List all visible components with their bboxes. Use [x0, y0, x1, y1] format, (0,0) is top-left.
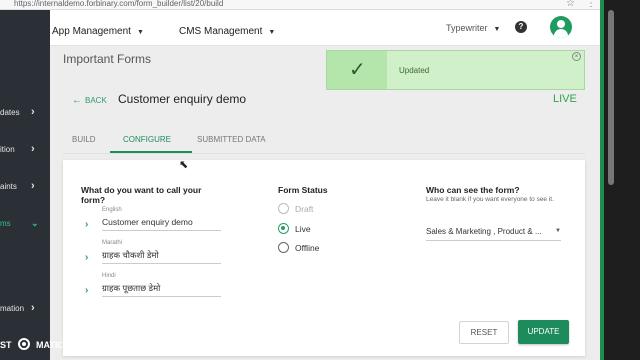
visibility-value: Sales & Marketing , Product & ...	[426, 227, 542, 236]
chevron-right-icon: ›	[85, 219, 89, 230]
visibility-hint: Leave it blank if you want everyone to s…	[426, 196, 554, 203]
sidebar-item-label: ition	[0, 145, 15, 154]
chevron-down-icon: ⌄	[31, 218, 39, 228]
sidebar-item-label: ms	[0, 219, 11, 228]
caret-down-icon: ▼	[493, 26, 501, 33]
browser-menu-icon[interactable]: ⋮	[586, 0, 596, 9]
reset-button[interactable]: RESET	[459, 321, 509, 344]
active-tab-indicator	[110, 151, 192, 153]
toast-icon-box: ✓	[327, 51, 387, 89]
chevron-right-icon: ›	[31, 106, 35, 118]
toast-message: Updated	[399, 66, 430, 75]
sidebar-item-label: aints	[0, 182, 17, 191]
desktop-edge	[600, 0, 640, 360]
sidebar-item-label: mation	[0, 304, 25, 313]
caret-down-icon: ▼	[268, 29, 276, 36]
mouse-cursor-icon: ⬉	[179, 159, 189, 171]
sidebar-item-updates[interactable]: dates ›	[0, 106, 50, 122]
avatar-head	[557, 20, 565, 28]
tab-build[interactable]: BUILD	[72, 135, 96, 144]
nav-label: App Management	[52, 26, 131, 37]
brand-mark-icon	[18, 338, 30, 350]
language-label: English	[102, 207, 122, 213]
sidebar-item-complaints[interactable]: aints ›	[0, 180, 50, 196]
caret-down-icon: ▼	[555, 228, 561, 234]
form-name-question: What do you want to call your form?	[81, 185, 202, 205]
back-label: BACK	[85, 96, 107, 105]
language-value: Typewriter	[446, 23, 488, 33]
language-select[interactable]: Typewriter ▼	[446, 23, 500, 33]
name-field-hindi[interactable]: › Hindi ग्राहक पूछताछ डेमो	[85, 273, 221, 299]
brand-text-left: ST	[0, 340, 12, 350]
sidebar-item-automation[interactable]: ition ›	[0, 143, 50, 159]
caret-down-icon: ▼	[136, 29, 144, 36]
radio-draft[interactable]: Draft	[278, 203, 378, 217]
sidebar-item-label: dates	[0, 108, 20, 117]
close-icon[interactable]: ×	[572, 52, 581, 61]
name-field-english[interactable]: › English Customer enquiry demo	[85, 207, 221, 233]
sidebar: dates › ition › aints › ms ⌄ mation › ST…	[0, 10, 64, 360]
radio-label: Offline	[295, 243, 320, 253]
sidebar-item-information[interactable]: mation ›	[0, 302, 50, 318]
name-field-marathi[interactable]: › Marathi ग्राहक चौकशी डेमो	[85, 240, 221, 266]
radio-offline[interactable]: Offline	[278, 242, 378, 256]
tab-configure[interactable]: CONFIGURE	[123, 135, 171, 144]
back-button[interactable]: ← BACK	[72, 95, 107, 106]
radio-label: Live	[295, 224, 311, 234]
visibility-heading: Who can see the form?	[426, 185, 520, 195]
chevron-right-icon: ›	[85, 252, 89, 263]
arrow-left-icon: ←	[72, 95, 82, 106]
nav-cms-management[interactable]: CMS Management ▼	[179, 26, 275, 37]
help-icon[interactable]: ?	[515, 21, 527, 33]
name-input[interactable]: Customer enquiry demo	[102, 217, 221, 231]
chevron-right-icon: ›	[31, 302, 35, 314]
radio-circle	[278, 223, 289, 234]
radio-circle	[278, 203, 289, 214]
name-input[interactable]: ग्राहक पूछताछ डेमो	[102, 283, 221, 297]
configure-card: What do you want to call your form? › En…	[63, 160, 585, 356]
brand-logo: ST MATIC	[0, 336, 70, 356]
avatar-body	[554, 29, 568, 38]
top-header: App Management ▼ CMS Management ▼ Typewrit…	[50, 10, 600, 46]
tab-submitted-data[interactable]: SUBMITTED DATA	[197, 135, 266, 144]
check-icon: ✓	[349, 59, 366, 81]
brand-text-right: MATIC	[36, 340, 64, 350]
sidebar-item-forms[interactable]: ms ⌄	[0, 217, 50, 233]
status-badge: LIVE	[553, 93, 577, 105]
form-title: Customer enquiry demo	[118, 92, 247, 106]
radio-live[interactable]: Live	[278, 223, 378, 237]
language-label: Marathi	[102, 240, 123, 246]
nav-label: CMS Management	[179, 26, 263, 37]
name-input[interactable]: ग्राहक चौकशी डेमो	[102, 250, 221, 264]
visibility-select[interactable]: Sales & Marketing , Product & ... ▼	[426, 227, 561, 241]
window-edge-accent	[600, 0, 604, 360]
chevron-right-icon: ›	[31, 143, 35, 155]
browser-address-bar[interactable]: https://internaldemo.forbinary.com/form_…	[0, 0, 600, 10]
radio-label: Draft	[295, 204, 314, 214]
chevron-right-icon: ›	[31, 180, 35, 192]
success-toast: ✓ Updated ×	[326, 50, 585, 90]
page-title: Important Forms	[63, 52, 152, 66]
tabs-divider	[63, 153, 585, 154]
user-avatar[interactable]	[550, 16, 572, 38]
bookmark-star-icon[interactable]: ☆	[566, 0, 575, 9]
nav-app-management[interactable]: App Management ▼	[52, 26, 144, 37]
scrollbar-thumb[interactable]	[608, 10, 614, 185]
form-status-heading: Form Status	[278, 185, 328, 195]
language-label: Hindi	[102, 273, 116, 279]
chevron-right-icon: ›	[85, 285, 89, 296]
update-button[interactable]: UPDATE	[518, 320, 569, 344]
radio-circle	[278, 242, 289, 253]
url-text[interactable]: https://internaldemo.forbinary.com/form_…	[14, 0, 223, 8]
